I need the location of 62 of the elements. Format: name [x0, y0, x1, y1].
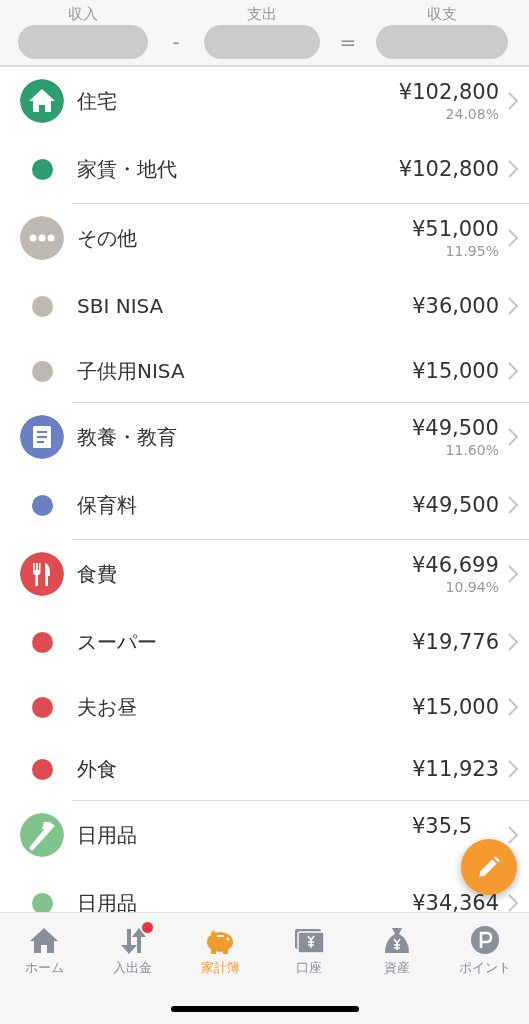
- chevron-icon: [507, 228, 519, 248]
- subcategory-amount: ¥34,364: [412, 890, 499, 912]
- subcategory-amount: ¥102,800: [398, 156, 499, 182]
- subcategory-name: 夫お昼: [77, 694, 138, 721]
- category-name: その他: [77, 225, 138, 252]
- chevron-icon: [507, 697, 519, 717]
- edit-button[interactable]: [461, 839, 517, 895]
- operator-sign: =: [338, 29, 358, 56]
- category-percent: 11.60%: [445, 440, 499, 459]
- subcategory-amount: ¥36,000: [412, 293, 499, 319]
- subcategory-row[interactable]: 家賃・地代 ¥102,800: [0, 135, 529, 203]
- subcategory-name: 日用品: [77, 890, 138, 912]
- subcategory-amount: ¥15,000: [412, 694, 499, 720]
- subcategory-amount: ¥11,923: [412, 756, 499, 782]
- chevron-icon: [507, 825, 519, 845]
- category-row[interactable]: 住宅 ¥102,800 24.08%: [0, 67, 529, 135]
- chevron-icon: [507, 296, 519, 316]
- category-name: 住宅: [77, 88, 118, 115]
- point-icon: [468, 925, 501, 955]
- summary-label: 支出: [247, 5, 277, 23]
- subcategory-row[interactable]: SBI NISA ¥36,000: [0, 272, 529, 340]
- operator-sign: -: [171, 29, 181, 56]
- category-amount: ¥51,000: [412, 216, 499, 242]
- subcategory-name: 保育料: [77, 492, 138, 519]
- subcategory-name: 子供用NISA: [77, 358, 186, 385]
- subcategory-row[interactable]: 保育料 ¥49,500: [0, 471, 529, 539]
- chevron-icon: [507, 759, 519, 779]
- chevron-icon: [507, 427, 519, 447]
- chevron-icon: [507, 564, 519, 584]
- chevron-icon: [507, 91, 519, 111]
- chevron-icon: [507, 893, 519, 912]
- category-percent: 24.08%: [445, 104, 499, 123]
- category-amount: ¥35,5: [412, 813, 474, 839]
- pencil-icon: [476, 854, 502, 880]
- subcategory-name: 家賃・地代: [77, 156, 178, 183]
- subcategory-row[interactable]: スーパー ¥19,776: [0, 608, 529, 676]
- subcategory-amount: ¥15,000: [412, 358, 499, 384]
- category-row[interactable]: 食費 ¥46,699 10.94%: [0, 540, 529, 608]
- subcategory-amount: ¥19,776: [412, 629, 499, 655]
- subcategory-name: SBI NISA: [77, 293, 165, 320]
- chevron-icon: [507, 495, 519, 515]
- chevron-icon: [507, 361, 519, 381]
- category-name: 教養・教育: [77, 424, 178, 451]
- category-row[interactable]: 教養・教育 ¥49,500 11.60%: [0, 403, 529, 471]
- chevron-icon: [507, 159, 519, 179]
- category-row[interactable]: その他 ¥51,000 11.95%: [0, 204, 529, 272]
- category-percent: 11.95%: [445, 241, 499, 260]
- chevron-icon: [507, 632, 519, 652]
- summary-label: 収支: [427, 5, 457, 23]
- category-amount: ¥49,500: [412, 415, 499, 441]
- category-percent: 10.94%: [445, 577, 499, 596]
- subcategory-row[interactable]: 子供用NISA ¥15,000: [0, 340, 529, 402]
- category-amount: ¥102,800: [398, 79, 499, 105]
- summary-label: 収入: [68, 5, 98, 23]
- subcategory-name: 外食: [77, 756, 118, 783]
- subcategory-name: スーパー: [77, 629, 158, 656]
- category-name: 食費: [77, 561, 118, 588]
- subcategory-row[interactable]: 外食 ¥11,923: [0, 738, 529, 800]
- category-name: 日用品: [77, 822, 138, 849]
- category-amount: ¥46,699: [412, 552, 499, 578]
- subcategory-amount: ¥49,500: [412, 492, 499, 518]
- subcategory-row[interactable]: 夫お昼 ¥15,000: [0, 676, 529, 738]
